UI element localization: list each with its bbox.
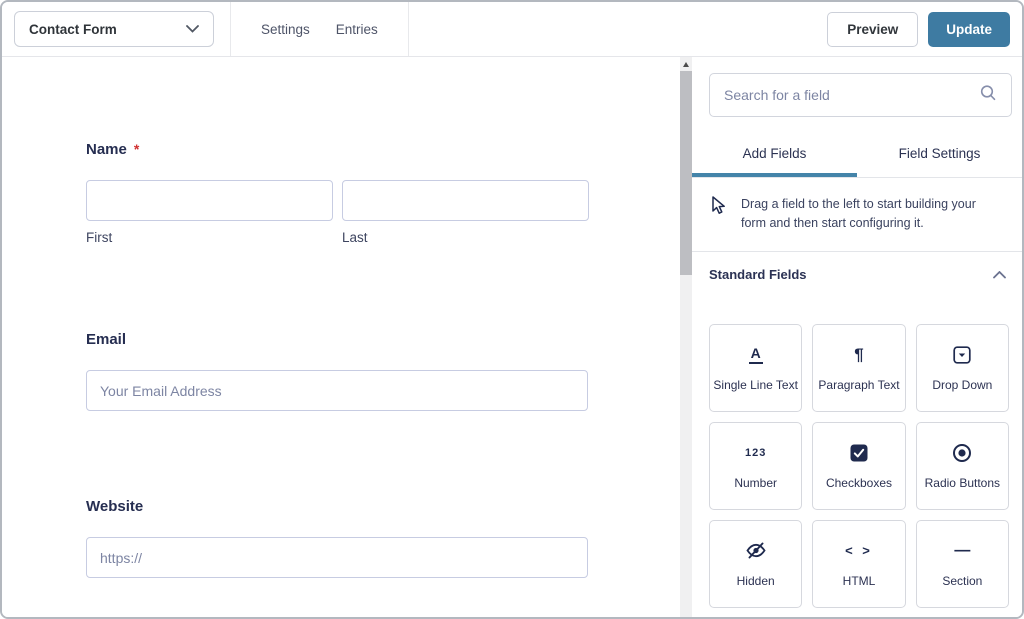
drop-down-icon: [953, 344, 971, 366]
field-block-name[interactable]: Name * First Last: [86, 141, 680, 245]
number-icon: 123: [744, 446, 767, 459]
standard-fields-grid: A Single Line Text ¶ Paragraph Text Drop…: [692, 298, 1022, 608]
field-label-row: Name *: [86, 141, 680, 159]
tab-add-fields[interactable]: Add Fields: [692, 132, 857, 177]
field-tile-hidden[interactable]: Hidden: [709, 519, 803, 608]
form-builder-window: Contact Form Settings Entries Preview Up…: [0, 0, 1024, 619]
field-search-box[interactable]: [709, 73, 1012, 117]
scroll-up-arrow-icon: [683, 61, 689, 67]
field-label: Name: [86, 141, 127, 158]
required-marker: *: [133, 141, 140, 157]
field-tile-number[interactable]: 123 Number: [709, 421, 803, 510]
toolbar-divider: [407, 2, 409, 56]
field-block-email[interactable]: Email: [86, 331, 680, 411]
sidebar-tabs: Add Fields Field Settings: [692, 132, 1022, 178]
update-button[interactable]: Update: [928, 11, 1010, 47]
tile-label: Hidden: [736, 573, 775, 588]
single-line-text-icon: A: [748, 344, 763, 366]
checkboxes-icon: [850, 442, 868, 464]
scrollbar-up-button[interactable]: [680, 57, 692, 71]
nav-settings[interactable]: Settings: [261, 22, 310, 37]
name-sublabels: First Last: [86, 230, 680, 245]
tile-label: Checkboxes: [825, 475, 893, 490]
chevron-up-icon: [993, 266, 1006, 284]
tile-label: Drop Down: [932, 377, 993, 392]
tile-label: Radio Buttons: [924, 475, 1001, 490]
field-block-website[interactable]: Website: [86, 498, 680, 578]
radio-buttons-icon: [952, 442, 972, 464]
preview-button[interactable]: Preview: [827, 11, 919, 47]
field-sidebar: Add Fields Field Settings Drag a field t…: [692, 57, 1022, 617]
html-icon: < >: [845, 543, 873, 558]
nav-entries[interactable]: Entries: [336, 22, 378, 37]
tab-field-settings[interactable]: Field Settings: [857, 132, 1022, 177]
tile-label: HTML: [842, 573, 876, 588]
field-tile-checkboxes[interactable]: Checkboxes: [812, 421, 906, 510]
field-label: Email: [86, 331, 127, 348]
website-input[interactable]: [86, 537, 588, 578]
paragraph-text-icon: ¶: [854, 344, 864, 364]
canvas-scrollbar[interactable]: [680, 57, 692, 617]
field-tile-html[interactable]: < > HTML: [812, 519, 906, 608]
search-input[interactable]: [724, 87, 979, 103]
chevron-down-icon: [186, 20, 199, 38]
hidden-icon: [745, 540, 767, 562]
drag-hint-text: Drag a field to the left to start buildi…: [741, 197, 976, 230]
tile-label: Single Line Text: [713, 377, 798, 392]
field-tile-section[interactable]: — Section: [915, 519, 1009, 608]
field-tile-single-line-text[interactable]: A Single Line Text: [709, 323, 803, 412]
sublabel-first: First: [86, 230, 113, 245]
name-inputs-row: [86, 180, 680, 221]
email-input[interactable]: [86, 370, 588, 411]
cursor-arrow-icon: [708, 195, 728, 221]
tile-label: Paragraph Text: [818, 377, 900, 392]
tile-label: Number: [734, 475, 777, 490]
form-switcher[interactable]: Contact Form: [14, 11, 214, 47]
drag-hint: Drag a field to the left to start buildi…: [692, 178, 1022, 252]
standard-fields-header[interactable]: Standard Fields: [692, 252, 1022, 298]
name-last-input[interactable]: [342, 180, 589, 221]
field-tile-drop-down[interactable]: Drop Down: [915, 323, 1009, 412]
search-icon: [979, 84, 997, 107]
name-first-input[interactable]: [86, 180, 333, 221]
section-title: Standard Fields: [709, 267, 807, 282]
tile-label: Section: [942, 573, 983, 588]
form-switcher-value: Contact Form: [29, 21, 117, 37]
field-tile-radio-buttons[interactable]: Radio Buttons: [915, 421, 1009, 510]
main-region: Name * First Last Email Website: [2, 57, 1022, 617]
form-toolbar-nav: Settings Entries: [231, 22, 408, 37]
field-label: Website: [86, 498, 144, 515]
form-canvas: Name * First Last Email Website: [2, 57, 680, 617]
section-icon: —: [954, 541, 971, 559]
scrollbar-thumb[interactable]: [680, 71, 692, 275]
top-toolbar: Contact Form Settings Entries Preview Up…: [2, 2, 1022, 57]
sublabel-last: Last: [342, 230, 368, 245]
field-tile-paragraph-text[interactable]: ¶ Paragraph Text: [812, 323, 906, 412]
